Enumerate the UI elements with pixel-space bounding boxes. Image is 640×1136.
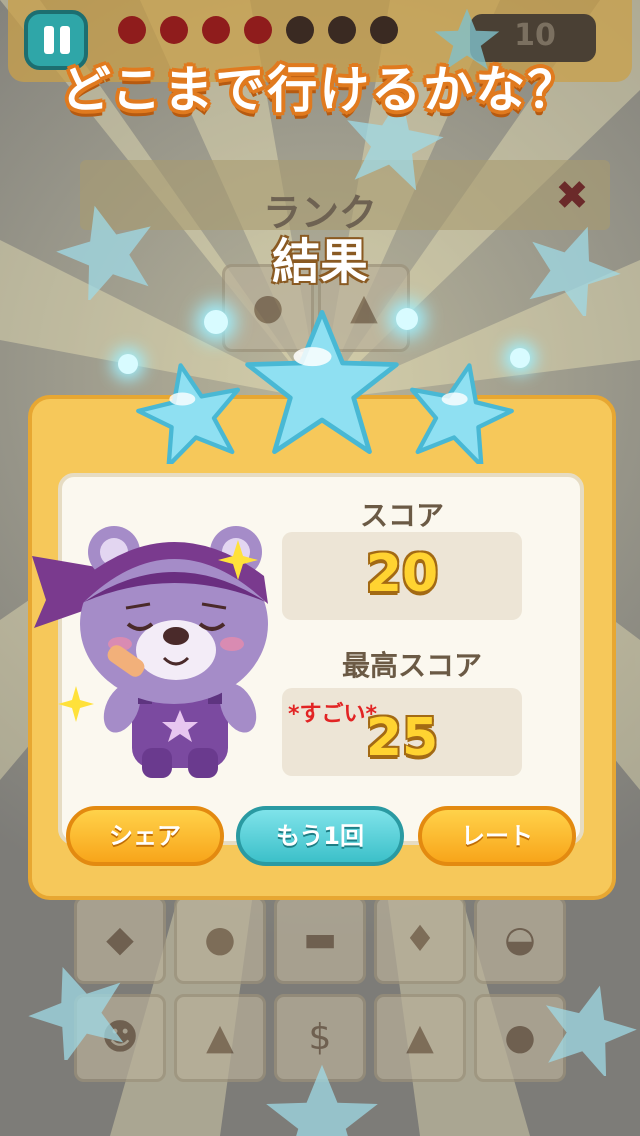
teapot-icon: ◒	[504, 919, 536, 960]
rate-button[interactable]: レート	[418, 806, 576, 866]
sparkle-icon	[118, 354, 138, 374]
score-value: 20	[365, 544, 439, 604]
result-title: 結果	[271, 234, 368, 290]
globe-icon: ●	[204, 919, 236, 960]
cherry-icon	[328, 16, 356, 44]
shelf-item: ▲	[174, 994, 266, 1082]
floating-star-icon	[266, 1064, 378, 1136]
shelf-item: ●	[174, 896, 266, 984]
best-score-value: 25	[365, 708, 439, 768]
score-label: スコア	[359, 499, 444, 532]
retry-button[interactable]: もう1回	[236, 806, 404, 866]
star-count: 10	[514, 18, 556, 53]
bear-character	[32, 526, 268, 778]
cherry-icon	[160, 16, 188, 44]
floating-star-icon	[28, 967, 124, 1060]
sparkle-icon	[204, 310, 228, 334]
shelf-item: ◒	[474, 896, 566, 984]
table-icon: ▬	[302, 919, 337, 960]
shelf-item: ♦	[374, 896, 466, 984]
rating-star-icon	[409, 363, 514, 464]
share-button[interactable]: シェア	[66, 806, 224, 866]
fish-icon: ◆	[106, 919, 134, 960]
money-bag-icon: $	[308, 1017, 332, 1058]
cherry-icon	[202, 16, 230, 44]
shelf-item: ▬	[274, 896, 366, 984]
lamp-icon: ▲	[206, 1017, 234, 1058]
popcorn-icon: ▲	[406, 1017, 434, 1058]
shelf-item: ▲	[374, 994, 466, 1082]
rating-star-icon	[245, 309, 399, 455]
rating-star-icon	[136, 363, 241, 464]
best-score-label: 最高スコア	[341, 649, 482, 682]
cherry-icon	[286, 16, 314, 44]
headline: どこまで行けるかな？	[60, 61, 580, 119]
floating-star-icon	[545, 985, 637, 1076]
lantern-icon: ♦	[403, 919, 437, 960]
cherry-icon	[118, 16, 146, 44]
cherry-icon	[370, 16, 398, 44]
close-icon: ✖	[555, 173, 589, 219]
cherry-icon	[244, 16, 272, 44]
